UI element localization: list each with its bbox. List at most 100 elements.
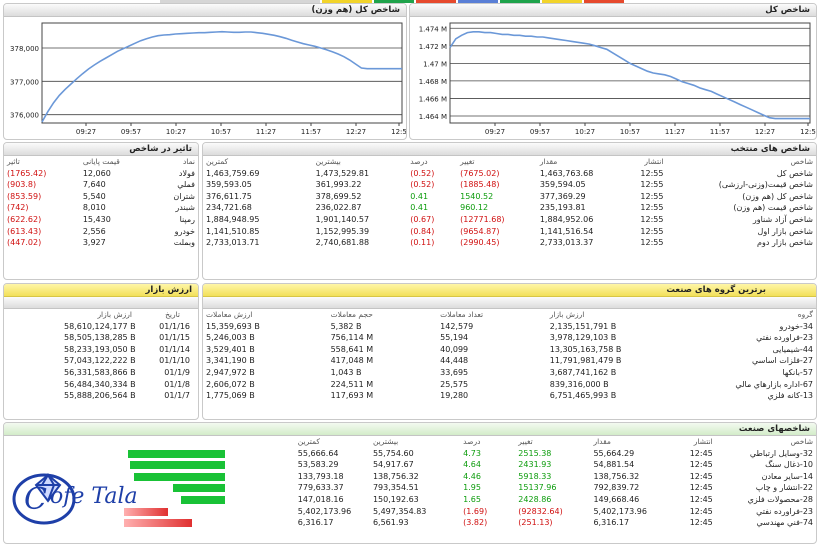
low: 133,793.18: [297, 471, 344, 481]
table-row[interactable]: وبملت 3,927 (447.02): [4, 237, 198, 249]
market-value: 55,888,206,564 B: [64, 391, 136, 401]
group-name: 23-فراورده نفتي: [756, 333, 813, 343]
x-tick-label: 12:27: [755, 128, 775, 136]
table-row[interactable]: فملي 7,640 (903.8): [4, 179, 198, 191]
trade-count: 19,280: [440, 391, 469, 401]
table-row[interactable]: 01/1/7 55,888,206,564 B: [4, 390, 198, 402]
index-influence-panel: تاثیر در شاخص نماد قیمت پایانی تاثیر فول…: [3, 142, 199, 280]
table-row[interactable]: 01/1/10 57,043,122,222 B: [4, 355, 198, 367]
index-name: 10-ذغال سنگ: [765, 460, 813, 470]
column-header: ارزش معاملات: [206, 310, 253, 319]
table-row[interactable]: شبندر 8,010 (742): [4, 202, 198, 214]
selected-indices-table: شاخص انتشار مقدار تغییر درصد بیشترین کمترین شا…: [203, 156, 816, 249]
date: 01/1/15: [159, 333, 190, 343]
symbol: فملي: [177, 180, 195, 190]
market-value-table: تاریخ ارزش بازار 01/1/16 58,610,124,177 B…: [4, 309, 198, 402]
influence-value: (1765.42): [7, 168, 47, 178]
percent: 0.41: [410, 191, 429, 201]
date: 01/1/10: [159, 356, 190, 366]
value: 792,839.72: [593, 483, 640, 493]
percent: 4.73: [463, 448, 481, 458]
market-value: 56,484,340,334 B: [64, 379, 136, 389]
table-row[interactable]: 01/1/8 56,484,340,334 B: [4, 379, 198, 391]
table-row[interactable]: 13-کانه فلزي 6,751,465,993 B 19,280 117,693…: [203, 390, 816, 402]
publish-time: 12:45: [689, 506, 713, 516]
trade-value: 1,775,069 B: [206, 391, 255, 401]
value: 6,316.17: [593, 518, 630, 528]
table-row[interactable]: 01/1/14 58,233,193,050 B: [4, 344, 198, 356]
y-tick-label: 1.47 M: [423, 60, 447, 68]
percent: (1.69): [463, 506, 488, 516]
x-tick-label: 10:57: [211, 128, 231, 136]
last-price: 7,640: [82, 180, 106, 190]
table-row[interactable]: خودرو 2,556 (613.43): [4, 226, 198, 238]
trade-volume: 224,511 M: [330, 379, 374, 389]
trade-volume: 558,641 M: [330, 344, 374, 354]
index-name: شاخص کل (هم وزن): [742, 191, 813, 201]
market-value: 13,305,163,758 B: [549, 344, 622, 354]
y-tick-label: 1.466 M: [419, 95, 447, 103]
col-influence: تاثیر: [7, 157, 20, 166]
date: 01/1/9: [164, 367, 190, 377]
table-row[interactable]: شاخص کل 12:55 1,463,763.68 (7675.02) (0.52) 1…: [203, 168, 816, 180]
publish-time: 12:55: [640, 180, 664, 190]
column-header: انتشار: [693, 437, 713, 446]
table-row[interactable]: 27-فلزات اساسي 11,791,981,479 B 44,448 417,…: [203, 355, 816, 367]
table-row[interactable]: شاخص بازار دوم 12:55 2,733,013.37 (2990.45)…: [203, 237, 816, 249]
market-value: 57,043,122,222 B: [64, 356, 136, 366]
table-row[interactable]: رمپنا 15,430 (622.62): [4, 214, 198, 226]
panel-title: شاخصهای صنعت: [4, 423, 816, 436]
high: 5,497,354.83: [372, 506, 427, 516]
table-row[interactable]: 34-خودرو 2,135,151,791 B 142,579 5,382 B 15,…: [203, 321, 816, 333]
table-row[interactable]: شاخص کل (هم وزن) 12:55 377,369.29 1540.52 0.…: [203, 191, 816, 203]
market-value: 58,233,193,050 B: [64, 344, 136, 354]
change: (251.13): [518, 518, 553, 528]
column-header: بیشترین: [372, 437, 399, 446]
table-row[interactable]: شاخص قیمت(وزنی-ارزشی) 12:55 359,594.05 (188…: [203, 179, 816, 191]
table-row[interactable]: شاخص قیمت (هم وزن) 12:55 235,193.81 960.12 0…: [203, 202, 816, 214]
change: 2431.93: [518, 460, 552, 470]
table-row[interactable]: 67-اداره بازارهاي مالي 839,316,000 B 25,57…: [203, 379, 816, 391]
low: 1,463,759.69: [206, 168, 260, 178]
column-header: گروه: [797, 310, 813, 319]
table-row[interactable]: 01/1/16 58,610,124,177 B: [4, 321, 198, 333]
table-row[interactable]: شتران 5,540 (853.59): [4, 191, 198, 203]
group-name: 67-اداره بازارهاي مالي: [735, 379, 813, 389]
table-row[interactable]: 01/1/9 56,331,583,866 B: [4, 367, 198, 379]
equal-weight-index-chart-panel: شاخص کل (هم وزن) 376,000 377,000 378,000 09…: [3, 3, 407, 140]
column-header: کمترین: [297, 437, 320, 446]
high: 1,901,140.57: [315, 214, 370, 224]
column-header: کمترین: [206, 157, 229, 166]
last-price: 8,010: [82, 203, 106, 213]
equal-weight-index-chart: 376,000 377,000 378,000 09:27 09:57 10:27 10:5…: [10, 22, 406, 136]
change: 2515.38: [518, 448, 552, 458]
table-row[interactable]: 23-فراورده نفتي 3,978,129,103 B 55,194 756,…: [203, 332, 816, 344]
table-row[interactable]: 57-بانکها 3,687,741,162 B 33,695 1,043 B 2,9…: [203, 367, 816, 379]
change: 2428.86: [518, 494, 552, 504]
change: 15137.96: [518, 483, 557, 493]
date: 01/1/7: [164, 391, 190, 401]
table-row[interactable]: شاخص بازار اول 12:55 1,141,516.54 (9654.87)…: [203, 226, 816, 238]
publish-time: 12:45: [689, 460, 713, 470]
influence-value: (447.02): [7, 238, 42, 248]
high: 6,561.93: [372, 518, 409, 528]
table-row[interactable]: 01/1/15 58,505,138,285 B: [4, 332, 198, 344]
low: 5,402,173.96: [297, 506, 352, 516]
y-tick-label: 1.472 M: [419, 43, 447, 51]
x-tick-label: 10:57: [620, 128, 640, 136]
x-tick-label: 11:27: [665, 128, 685, 136]
table-row[interactable]: 44-شیمیایی 13,305,163,758 B 40,099 558,641 …: [203, 344, 816, 356]
trade-count: 55,194: [440, 333, 469, 343]
publish-time: 12:55: [640, 203, 664, 213]
date: 01/1/8: [164, 379, 190, 389]
market-value: 2,135,151,791 B: [549, 321, 617, 331]
percent: (0.52): [410, 180, 435, 190]
publish-time: 12:55: [640, 226, 664, 236]
table-row[interactable]: شاخص آزاد شناور 12:55 1,884,952.06 (12771.6…: [203, 214, 816, 226]
table-row[interactable]: فولاد 12,060 (1765.42): [4, 168, 198, 180]
percent: 1.95: [463, 483, 481, 493]
x-tick-label: 09:27: [485, 128, 505, 136]
low: 6,316.17: [297, 518, 334, 528]
plot-area: [449, 22, 811, 124]
x-tick-label: 09:57: [121, 128, 141, 136]
